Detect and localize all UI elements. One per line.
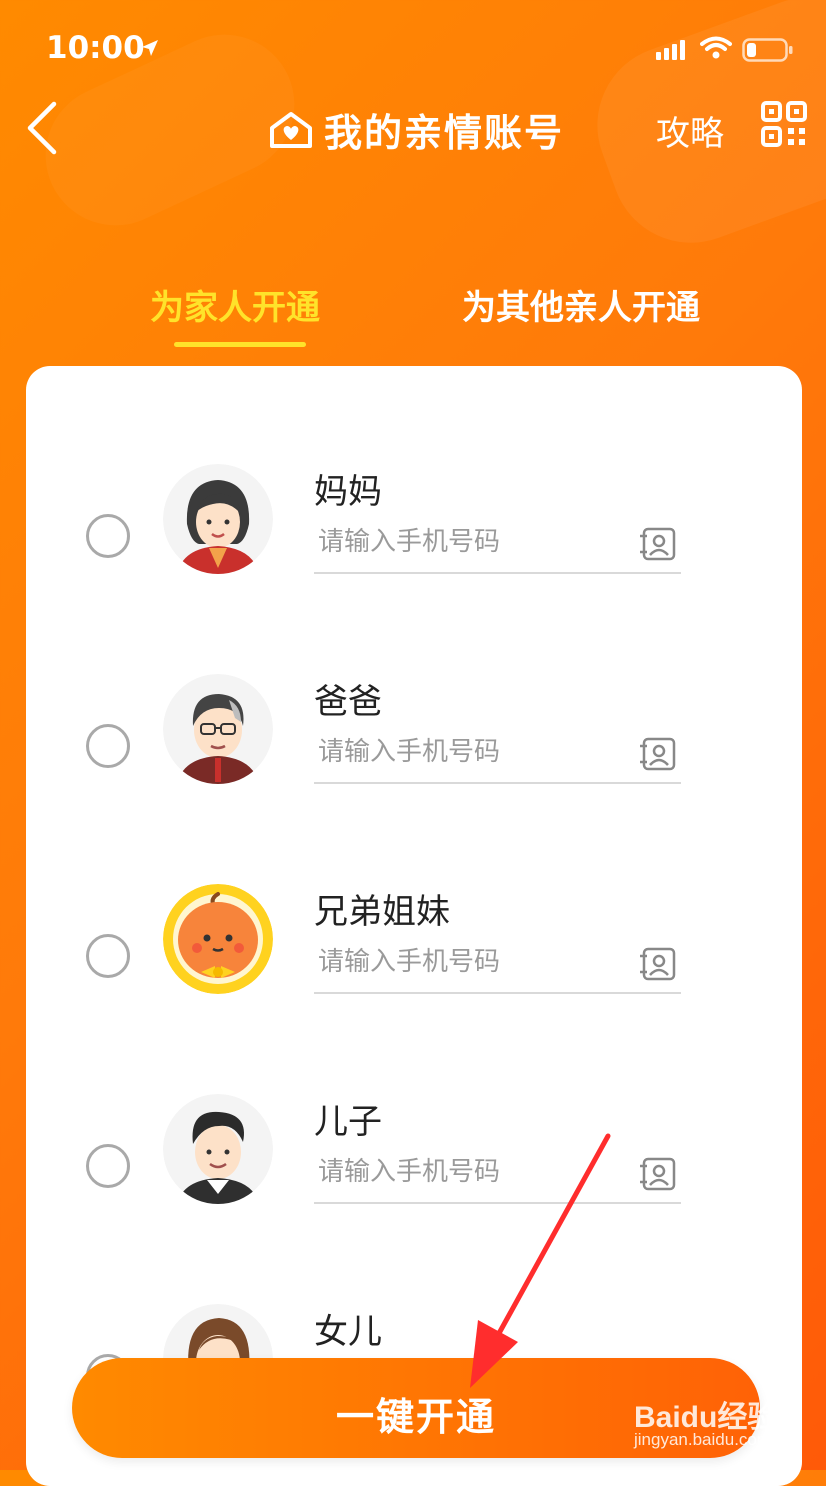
member-row-son: 儿子 bbox=[26, 1094, 802, 1274]
father-avatar bbox=[163, 674, 273, 784]
tab-bar: 为家人开通 为其他亲人开通 bbox=[0, 280, 826, 350]
cellular-signal-icon bbox=[656, 40, 685, 60]
member-name: 兄弟姐妹 bbox=[314, 892, 450, 932]
location-arrow-icon bbox=[142, 40, 158, 56]
son-avatar bbox=[163, 1094, 273, 1204]
tab-for-family[interactable]: 为家人开通 bbox=[150, 280, 320, 329]
contact-book-icon[interactable] bbox=[638, 944, 678, 984]
member-row-siblings: 兄弟姐妹 bbox=[26, 884, 802, 1064]
phone-input-siblings[interactable] bbox=[314, 942, 682, 982]
phone-input-father[interactable] bbox=[314, 732, 682, 772]
select-radio-mother[interactable] bbox=[86, 514, 130, 558]
mother-avatar bbox=[163, 464, 273, 574]
select-radio-son[interactable] bbox=[86, 1144, 130, 1188]
annotation-arrow-icon bbox=[470, 1133, 611, 1388]
baidu-jingyan-watermark: Baidu经验 jingyan.baidu.com bbox=[634, 1392, 777, 1449]
member-name: 妈妈 bbox=[314, 472, 382, 512]
status-bar: 10:00 bbox=[0, 0, 826, 90]
member-row-father: 爸爸 bbox=[26, 674, 802, 854]
family-member-card: 妈妈 爸爸 bbox=[26, 366, 802, 1486]
contact-book-icon[interactable] bbox=[638, 524, 678, 564]
page-title-group: 我的亲情账号 bbox=[268, 102, 564, 157]
strategy-link[interactable]: 攻略 bbox=[656, 106, 724, 155]
member-row-mother: 妈妈 bbox=[26, 464, 802, 644]
member-name: 女儿 bbox=[314, 1312, 382, 1352]
member-name: 儿子 bbox=[314, 1102, 382, 1142]
qr-code-icon[interactable] bbox=[760, 100, 808, 148]
input-underline bbox=[314, 992, 681, 994]
member-name: 爸爸 bbox=[314, 682, 382, 722]
select-radio-siblings[interactable] bbox=[86, 934, 130, 978]
wifi-icon bbox=[700, 36, 732, 59]
input-underline bbox=[314, 572, 681, 574]
back-arrow-icon[interactable] bbox=[24, 100, 60, 156]
page-title: 我的亲情账号 bbox=[324, 111, 565, 155]
phone-input-mother[interactable] bbox=[314, 522, 682, 562]
watermark-sub: jingyan.baidu.com bbox=[634, 1430, 772, 1449]
active-tab-indicator bbox=[174, 342, 306, 347]
contact-book-icon[interactable] bbox=[638, 734, 678, 774]
navigation-bar: 我的亲情账号 攻略 bbox=[0, 88, 826, 168]
tab-for-other-relatives[interactable]: 为其他亲人开通 bbox=[462, 280, 700, 329]
status-time: 10:00 bbox=[46, 30, 145, 66]
battery-icon bbox=[742, 38, 793, 62]
input-underline bbox=[314, 782, 681, 784]
contact-book-icon[interactable] bbox=[638, 1154, 678, 1194]
family-home-heart-icon bbox=[270, 111, 312, 148]
select-radio-father[interactable] bbox=[86, 724, 130, 768]
sibling-avatar bbox=[163, 884, 273, 994]
